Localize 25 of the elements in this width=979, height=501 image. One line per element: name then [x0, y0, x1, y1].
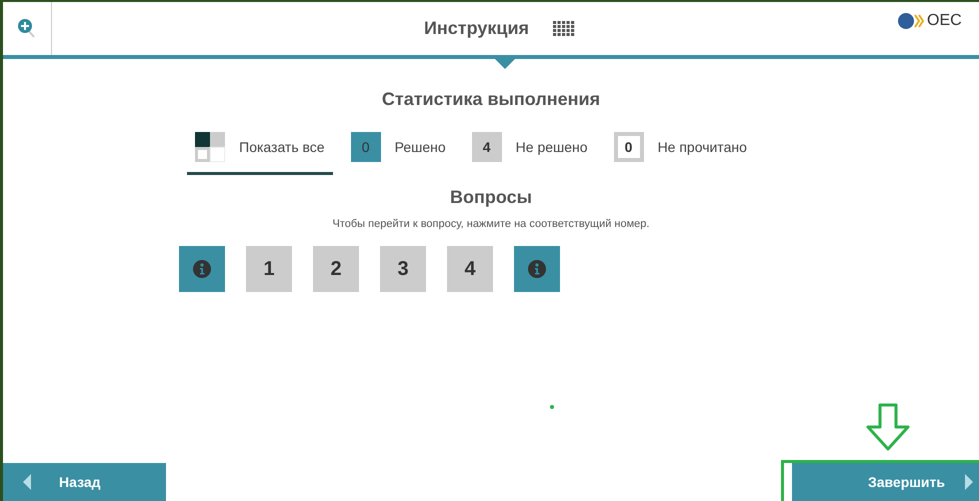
show-all-icon — [195, 132, 226, 162]
question-button[interactable]: 1 — [246, 246, 292, 292]
globe-logo-icon — [897, 10, 925, 30]
dot — [550, 405, 554, 409]
questions-title: Вопросы — [450, 187, 532, 208]
filter-tab[interactable]: Показать все — [187, 122, 333, 175]
question-button[interactable]: 3 — [380, 246, 426, 292]
question-button[interactable]: 4 — [447, 246, 493, 292]
section-title: Статистика выполнения — [382, 89, 600, 110]
filter-tab[interactable]: 4 Не решено — [464, 122, 596, 175]
grid-menu-icon[interactable] — [553, 20, 576, 36]
zoom-in-icon[interactable] — [17, 18, 37, 40]
filter-tab[interactable]: 0 Не прочитано — [606, 122, 755, 175]
down-arrow-icon — [864, 403, 912, 451]
back-button[interactable]: Назад — [3, 463, 166, 501]
filter-tab[interactable]: 0 Решено — [342, 122, 454, 175]
info-button[interactable] — [514, 246, 560, 292]
hint-text: Чтобы перейти к вопросу, нажмите на соответствущий номер. — [332, 218, 650, 230]
logo-text: OEC — [927, 12, 962, 30]
header-title: Инструкция — [424, 18, 530, 39]
finish-button[interactable]: Завершить — [792, 463, 979, 501]
question-button[interactable]: 2 — [313, 246, 359, 292]
info-icon — [528, 260, 546, 278]
info-button[interactable] — [179, 246, 225, 292]
info-icon — [193, 260, 211, 278]
